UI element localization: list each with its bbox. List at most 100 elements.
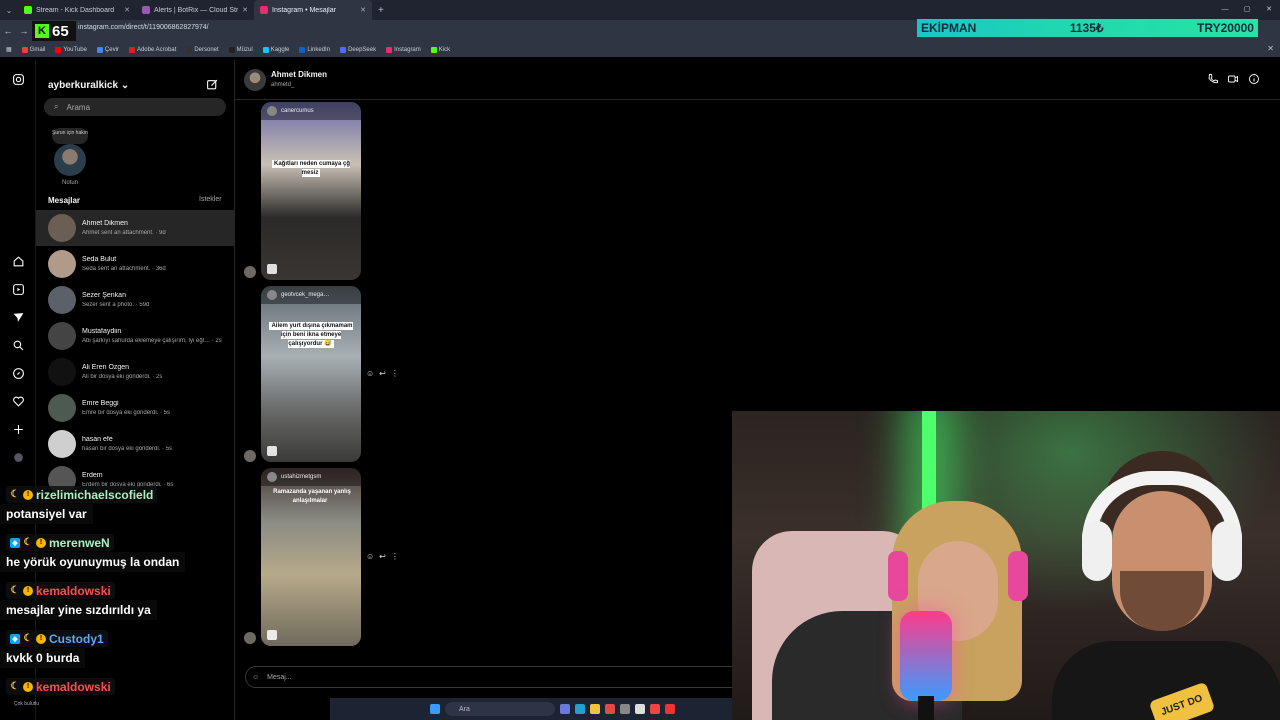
thread-item[interactable]: Mustafaydiin Abi şarkıyı sahurda eklemeye… [36,318,235,354]
bookmark-muzul[interactable]: Müzul [228,46,253,53]
url-field[interactable]: instagram.com/direct/t/119006862827974/ [78,24,209,31]
task-view-icon[interactable] [560,704,570,714]
bookmark-linkedin[interactable]: LinkedIn [299,46,330,53]
search-input[interactable]: ⌕ Arama [44,98,226,116]
thread-item[interactable]: Seda Bulut Seda sent an attachment. · 36d [36,246,235,282]
shared-reel[interactable]: geotvcek_mega… Ailem yurt dışına çıkmama… [261,286,361,462]
close-window-icon[interactable]: ✕ [1258,0,1280,20]
headphone-icon [888,551,908,601]
instagram-logo-icon[interactable] [11,72,25,86]
app-icon[interactable] [665,704,675,714]
reel-caption: Kağıtları neden cumaya çğ mesiz [267,160,355,178]
bookmark-kaggle[interactable]: Kaggle [262,46,289,53]
thread-name: Erdem [82,472,103,479]
bookmark-label: Adobe Acrobat [136,46,177,53]
thread-item[interactable]: Emre Beggi Emre bir dosya eki gönderdi. ·… [36,390,235,426]
reel-author-name: canercumus [281,108,314,114]
linkedin-icon [299,46,306,53]
reply-icon[interactable]: ↩ [379,369,386,378]
moon-badge-icon: ☾ [23,633,33,644]
compose-icon[interactable] [206,78,220,92]
create-icon[interactable] [11,422,25,436]
tab-close-icon[interactable]: ✕ [360,6,366,14]
thread-name: Mustafaydiin [82,328,122,335]
tab-close-icon[interactable]: ✕ [242,6,248,14]
thread-preview: Abi şarkıyı sahurda eklemeye çalışırım, … [82,338,222,344]
account-switcher[interactable]: ayberkuralkick ⌄ [48,80,129,91]
info-icon[interactable] [1248,72,1262,86]
emoji-icon[interactable]: ☺ [252,674,259,681]
profile-avatar[interactable] [11,450,25,464]
apps-icon[interactable]: ▦ [6,46,12,53]
bookmark-acrobat[interactable]: Adobe Acrobat [128,46,177,53]
phone-icon[interactable] [1207,72,1221,86]
heart-icon[interactable] [11,394,25,408]
bookmark-label: Dersonet [194,46,219,53]
thread-preview: Seda sent an attachment. · 36d [82,266,166,272]
browser-tabbar: ⌄ Stream - Kick Dashboard ✕ Alerts | Bot… [0,0,1280,20]
messenger-icon[interactable] [11,310,25,324]
bookmark-cevir[interactable]: Çevir [96,46,119,53]
kick-count: 65 [52,22,69,40]
windows-taskbar: Ara [330,698,732,720]
bookmark-youtube[interactable]: YouTube [55,46,87,53]
shared-reel[interactable]: ustahizmetgsm Ramazanda yaşanan yanlış a… [261,468,361,646]
edge-icon[interactable] [575,704,585,714]
bookmark-deepseek[interactable]: DeepSeek [340,46,376,53]
more-icon[interactable]: ⋮ [391,369,399,378]
settings-icon[interactable] [620,704,630,714]
back-icon[interactable]: ← [0,26,16,36]
maximize-icon[interactable]: ▢ [1236,0,1258,20]
files-icon[interactable] [590,704,600,714]
explore-icon[interactable] [11,366,25,380]
chat-username: kemaldowski [36,583,111,598]
app-icon[interactable] [635,704,645,714]
conversation-name[interactable]: Ahmet Dikmen [271,70,327,79]
video-call-icon[interactable] [1227,72,1241,86]
reel-caption: Ramazanda yaşanan yanlış anlaşılmalar [267,488,355,506]
reel-author-name: geotvcek_mega… [281,292,330,298]
search-icon[interactable] [11,338,25,352]
kick-favicon-icon [24,6,32,14]
bookmark-dersonet[interactable]: Dersonet [186,46,219,53]
windows-start-icon[interactable] [430,704,440,714]
minimize-icon[interactable]: — [1214,0,1236,20]
bookmarks-close-icon[interactable]: ✕ [1267,44,1274,53]
tab-kick-dashboard[interactable]: Stream - Kick Dashboard ✕ [18,0,136,20]
thread-item[interactable]: Ahmet Dikmen Ahmet sent an attachment. · … [36,210,235,246]
dersonet-icon [186,46,193,53]
avatar[interactable] [244,69,266,91]
bookmark-kick[interactable]: Kick [430,46,450,53]
home-icon[interactable] [11,254,25,268]
more-icon[interactable]: ⋮ [391,552,399,561]
shared-reel[interactable]: canercumus Kağıtları neden cumaya çğ mes… [261,102,361,280]
avatar [48,358,76,386]
tab-instagram[interactable]: Instagram • Mesajlar ✕ [254,0,372,20]
chat-username: rizelimichaelscofield [36,487,154,502]
thread-preview: Sezer sent a photo. · 59d [82,302,150,308]
thread-item[interactable]: Ali Eren Özgen Ali bir dosya eki gönderdi… [36,354,235,390]
mic-stand [918,696,934,720]
weather-widget[interactable]: Çok bulutlu [0,698,60,720]
ekipman-label: EKİPMAN [921,21,977,35]
calendar-icon[interactable] [605,704,615,714]
chrome-icon[interactable] [650,704,660,714]
thread-item[interactable]: Sezer Şenkan Sezer sent a photo. · 59d [36,282,235,318]
reply-icon[interactable]: ↩ [379,552,386,561]
tab-botrix-alerts[interactable]: Alerts | BotRix — Cloud Streami… ✕ [136,0,254,20]
tab-search-icon[interactable]: ⌄ [0,0,18,20]
bookmark-gmail[interactable]: Gmail [21,46,45,53]
bookmark-instagram[interactable]: Instagram [386,46,421,53]
requests-link[interactable]: İstekler [199,196,222,203]
new-tab-button[interactable]: + [372,5,390,16]
reel-play-icon [267,446,277,456]
reels-icon[interactable] [11,282,25,296]
tab-close-icon[interactable]: ✕ [124,6,130,14]
taskbar-search[interactable]: Ara [445,702,555,716]
react-icon[interactable]: ☺ [366,369,374,378]
message-actions: ☺ ↩ ⋮ [366,369,399,378]
forward-icon[interactable]: → [16,26,32,36]
avatar [244,266,256,278]
thread-item[interactable]: hasan efe hasan bir dosya eki gönderdi. ·… [36,426,235,462]
react-icon[interactable]: ☺ [366,552,374,561]
